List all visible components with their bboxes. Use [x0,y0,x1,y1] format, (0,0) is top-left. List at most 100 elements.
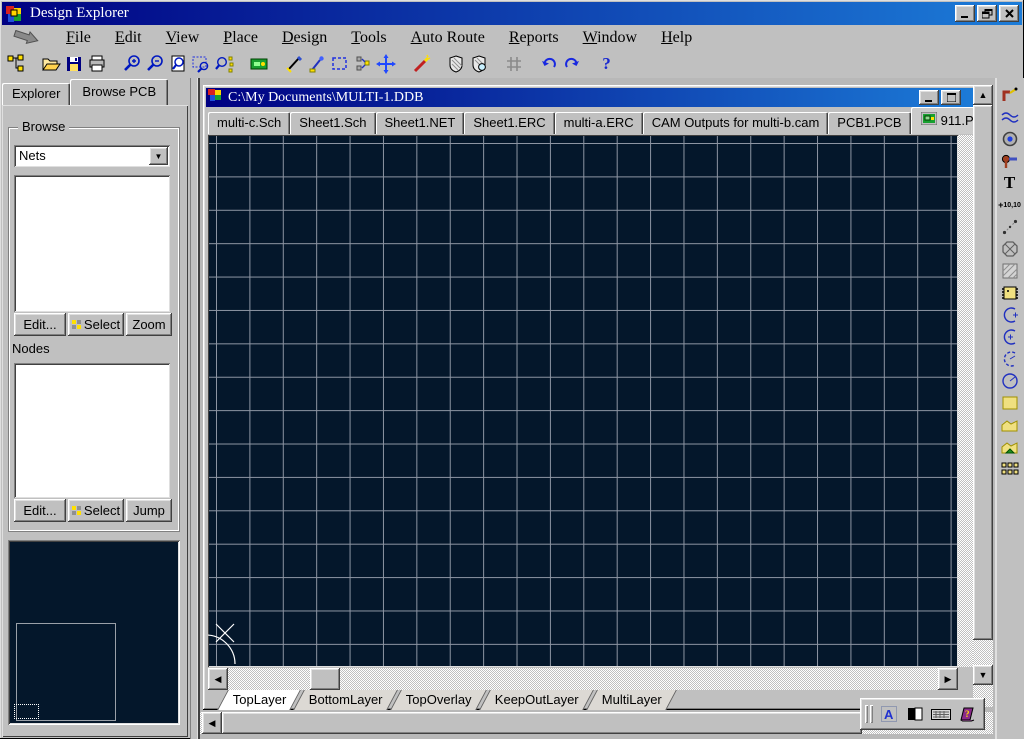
contrast-icon[interactable] [903,703,927,725]
open-document-icon[interactable] [39,52,62,76]
full-circle-icon[interactable] [998,370,1022,392]
nets-listbox[interactable] [14,175,170,312]
workspace-hscroll-thumb[interactable] [222,712,862,734]
design-manager-toggle-icon[interactable] [4,52,27,76]
arc-by-edge-icon[interactable] [998,304,1022,326]
help-book-icon[interactable]: ? [955,703,979,725]
nodes-listbox[interactable] [14,363,170,498]
help-icon[interactable]: ? [595,52,618,76]
document-maximize-button[interactable] [941,90,961,105]
scroll-right-icon[interactable]: ▶ [938,668,958,690]
zoom-point-icon[interactable] [212,52,235,76]
zoom-document-icon[interactable] [166,52,189,76]
place-pad-icon[interactable] [998,150,1022,172]
document-minimize-button[interactable] [919,90,939,105]
save-icon[interactable] [62,52,85,76]
layer-tab-toplayer[interactable]: TopLayer [216,690,301,710]
editor-hscroll-thumb[interactable] [310,668,340,690]
menu-edit[interactable]: Edit [103,27,154,49]
place-string-icon[interactable]: T [998,172,1022,194]
menu-help[interactable]: Help [649,27,704,49]
tab-explorer[interactable]: Explorer [2,83,70,105]
redo-stack-icon[interactable] [467,52,490,76]
menu-reports[interactable]: Reports [497,27,571,49]
restore-button[interactable] [977,5,997,22]
tab-multi-c-sch[interactable]: multi-c.Sch [208,112,290,134]
workspace-vertical-scrollbar[interactable]: ▲ ▼ [973,85,993,707]
place-keepout-icon[interactable] [998,238,1022,260]
menu-tools[interactable]: Tools [339,27,398,49]
scroll-left-icon[interactable]: ◀ [202,712,222,734]
place-component-icon[interactable] [998,282,1022,304]
undo-icon[interactable] [537,52,560,76]
undo-stack-icon[interactable] [444,52,467,76]
keyboard-icon[interactable] [929,703,953,725]
toolbar-grip[interactable] [870,705,873,723]
scroll-left-icon[interactable]: ◀ [208,668,228,690]
redo-icon[interactable] [560,52,583,76]
layer-tab-multilayer[interactable]: MultiLayer [585,690,677,710]
split-plane-icon[interactable] [998,436,1022,458]
board-in-window-icon[interactable] [247,52,270,76]
polygon-plane-icon[interactable] [998,414,1022,436]
tab-pcb1-pcb[interactable]: PCB1.PCB [828,112,910,134]
interactive-routing-icon[interactable] [998,84,1022,106]
pcb-canvas[interactable] [208,135,958,667]
board-minimap[interactable] [8,540,180,725]
arc-any-angle-icon[interactable] [998,348,1022,370]
tab-multi-a-erc[interactable]: multi-a.ERC [555,112,643,134]
place-coordinate-icon[interactable]: +10,10 [998,194,1022,216]
find-text-icon[interactable]: A [877,703,901,725]
place-fill-icon[interactable] [998,392,1022,414]
panel-splitter[interactable] [190,78,200,739]
nets-edit-button[interactable]: Edit... [14,313,66,336]
place-via-icon[interactable] [998,128,1022,150]
tab-browse-pcb[interactable]: Browse PCB [70,79,168,105]
arc-by-center-icon[interactable] [998,326,1022,348]
place-hatched-fill-icon[interactable] [998,260,1022,282]
tab-cam-outputs[interactable]: CAM Outputs for multi-b.cam [643,112,829,134]
close-button[interactable] [999,5,1019,22]
menu-design[interactable]: Design [270,27,339,49]
title-bar[interactable]: Design Explorer [2,2,1022,25]
tab-sheet1-sch[interactable]: Sheet1.Sch [290,112,375,134]
place-dimension-icon[interactable] [998,216,1022,238]
layer-tab-bottomlayer[interactable]: BottomLayer [293,690,398,710]
scroll-up-icon[interactable]: ▲ [973,85,993,105]
menu-window[interactable]: Window [571,27,649,49]
place-track-icon[interactable] [998,106,1022,128]
print-icon[interactable] [85,52,108,76]
nets-zoom-button[interactable]: Zoom [126,313,172,336]
menu-view[interactable]: View [154,27,212,49]
move-cross-icon[interactable] [374,52,397,76]
tab-sheet1-net[interactable]: Sheet1.NET [376,112,465,134]
menu-place[interactable]: Place [211,27,270,49]
move-component-icon[interactable] [351,52,374,76]
nodes-select-button[interactable]: Select [68,499,124,522]
browse-type-select[interactable]: Nets ▼ [14,145,170,167]
nodes-edit-button[interactable]: Edit... [14,499,66,522]
chevron-down-icon[interactable]: ▼ [149,147,168,165]
toolbar-grip[interactable] [865,705,868,723]
edit-trace-icon[interactable] [305,52,328,76]
layer-tab-keepoutlayer[interactable]: KeepOutLayer [478,690,594,710]
zoom-out-icon[interactable] [143,52,166,76]
tab-sheet1-erc[interactable]: Sheet1.ERC [464,112,554,134]
zoom-in-icon[interactable] [120,52,143,76]
zoom-area-icon[interactable] [189,52,212,76]
layer-tab-topoverlay[interactable]: TopOverlay [389,690,486,710]
paste-array-icon[interactable] [998,458,1022,480]
toggle-grid-icon[interactable] [502,52,525,76]
minimize-button[interactable] [955,5,975,22]
menu-auto-route[interactable]: Auto Route [399,27,497,49]
wizard-icon[interactable] [409,52,432,76]
workspace-vscroll-thumb[interactable] [973,105,993,640]
document-title-bar[interactable]: C:\My Documents\MULTI-1.DDB [206,88,982,107]
nodes-jump-button[interactable]: Jump [126,499,172,522]
menu-pulldown-icon[interactable] [12,30,46,46]
menu-file[interactable]: File [54,27,103,49]
editor-horizontal-scrollbar[interactable]: ◀ ▶ [208,668,958,690]
scroll-down-icon[interactable]: ▼ [973,665,993,685]
nets-select-button[interactable]: Select [68,313,124,336]
select-area-icon[interactable] [328,52,351,76]
